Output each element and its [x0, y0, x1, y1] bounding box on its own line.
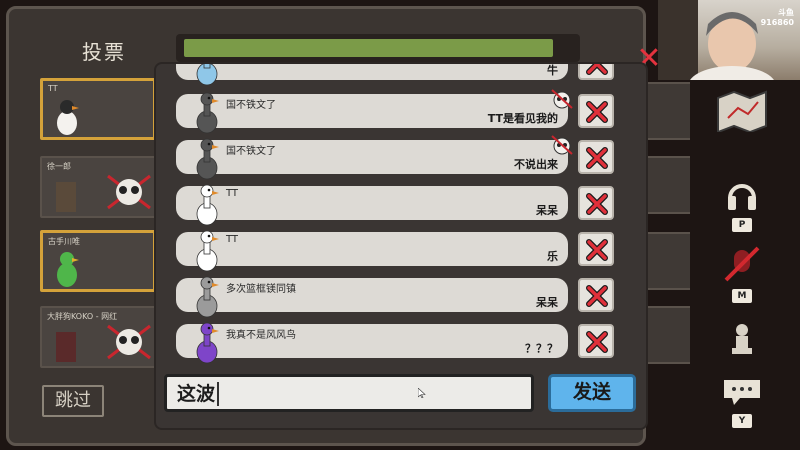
- message-text: 不说出来: [514, 158, 558, 171]
- vote-timer-fill: [184, 39, 553, 57]
- player-card[interactable]: 徐一郎: [40, 156, 156, 218]
- message-text: 乐: [547, 250, 558, 263]
- player-card[interactable]: [646, 232, 690, 290]
- close-icon: [586, 101, 608, 123]
- message-text: ？？？: [525, 342, 558, 355]
- message-sender: 国不铁文了: [226, 100, 276, 111]
- chat-key-label: Y: [732, 414, 752, 428]
- goose-avatar-icon: [196, 184, 219, 226]
- chat-message: 国不铁文了 TT是看见我的: [176, 89, 616, 134]
- muted-microphone-icon[interactable]: [722, 244, 762, 284]
- chat-bubble: 我真不是风风鸟 ？？？: [176, 322, 568, 364]
- goose-avatar-icon: [196, 230, 219, 272]
- player-card[interactable]: [646, 306, 690, 364]
- report-button[interactable]: [578, 232, 614, 266]
- vote-title: 投票: [82, 40, 126, 64]
- pawn-icon[interactable]: [728, 322, 756, 356]
- dead-skull-icon: [107, 324, 151, 360]
- goose-avatar-icon: [196, 138, 219, 180]
- report-button[interactable]: [578, 278, 614, 312]
- streamer-webcam: 斗鱼 916860: [658, 0, 800, 80]
- message-sender: 多次篮框镁同镇: [226, 284, 296, 295]
- voted-marker-icon: [551, 89, 573, 109]
- player-card[interactable]: TT: [40, 78, 156, 140]
- close-icon: [586, 331, 608, 353]
- stream-logo-text: 斗鱼: [778, 8, 794, 17]
- chat-message: TT 乐: [176, 230, 616, 272]
- player-name: 徐一郎: [47, 162, 71, 171]
- chat-bubble: 多次篮框镁同镇呆呆: [176, 276, 568, 318]
- report-button[interactable]: [578, 94, 614, 128]
- skip-button[interactable]: 跳过: [42, 385, 104, 417]
- chat-bubble-icon[interactable]: [722, 378, 762, 406]
- chat-bubble: TT 乐: [176, 230, 568, 272]
- goose-avatar-icon: [56, 332, 76, 362]
- chat-message: 国不铁文了不说出来: [176, 135, 616, 180]
- headphones-icon[interactable]: [726, 176, 758, 212]
- close-icon: [586, 147, 608, 169]
- message-text: TT是看见我的: [487, 112, 558, 125]
- chat-panel: 牛国不铁文了 TT是看见我的 国不铁文了 不说出来 TT 呆呆 TT 乐多次篮框镁同镇 呆呆 我真…: [156, 64, 646, 428]
- chat-bubble: TT 呆呆: [176, 184, 568, 226]
- player-card[interactable]: [646, 156, 690, 214]
- goose-avatar-icon: [196, 92, 219, 134]
- chat-input[interactable]: 这波: [164, 374, 534, 412]
- goose-avatar-icon: [196, 276, 219, 318]
- close-icon: [586, 285, 608, 307]
- dead-skull-icon: [107, 174, 151, 210]
- chat-message: 多次篮框镁同镇呆呆: [176, 276, 616, 318]
- chat-message: 我真不是风风鸟 ？？？: [176, 322, 616, 364]
- message-text: 牛: [547, 64, 558, 77]
- room-number: 916860: [760, 18, 794, 27]
- player-card[interactable]: [646, 82, 690, 140]
- chat-bubble: 牛: [176, 64, 568, 86]
- report-button[interactable]: [578, 140, 614, 174]
- chat-input-value: 这波: [177, 382, 220, 406]
- player-card[interactable]: 大胖狗KOKO - 网红: [40, 306, 156, 368]
- voted-marker-icon: [551, 135, 573, 155]
- goose-avatar-icon: [57, 252, 79, 287]
- goose-avatar-icon: [196, 322, 219, 364]
- map-icon[interactable]: [714, 88, 770, 132]
- goose-avatar-icon: [57, 100, 79, 135]
- chat-message: 牛: [176, 64, 616, 86]
- send-button[interactable]: 发送: [548, 374, 636, 412]
- chat-bubble: 国不铁文了不说出来: [176, 138, 568, 180]
- close-icon: [586, 239, 608, 261]
- message-sender: 国不铁文了: [226, 146, 276, 157]
- goose-avatar-icon: [56, 182, 76, 212]
- player-name: 古手川唯: [48, 237, 80, 246]
- player-card[interactable]: 古手川唯: [40, 230, 156, 292]
- mouse-cursor-icon: [418, 388, 426, 398]
- message-text: 呆呆: [536, 296, 558, 309]
- player-name: 大胖狗KOKO - 网红: [47, 312, 118, 321]
- report-button[interactable]: [578, 186, 614, 220]
- message-text: 呆呆: [536, 204, 558, 217]
- chat-bubble: 国不铁文了 TT是看见我的: [176, 92, 568, 134]
- mute-key-label: M: [732, 289, 752, 303]
- message-sender: 我真不是风风鸟: [226, 330, 296, 341]
- message-sender: TT: [226, 234, 239, 245]
- report-button[interactable]: [578, 64, 614, 80]
- listen-key-label: P: [732, 218, 752, 232]
- message-sender: TT: [226, 188, 239, 199]
- stream-logo: 斗鱼 916860: [761, 8, 794, 28]
- close-icon: [586, 193, 608, 215]
- player-name: TT: [48, 84, 58, 93]
- report-button[interactable]: [578, 324, 614, 358]
- close-icon: [586, 64, 608, 75]
- goose-avatar-icon: [196, 64, 218, 86]
- chat-message: TT 呆呆: [176, 184, 616, 226]
